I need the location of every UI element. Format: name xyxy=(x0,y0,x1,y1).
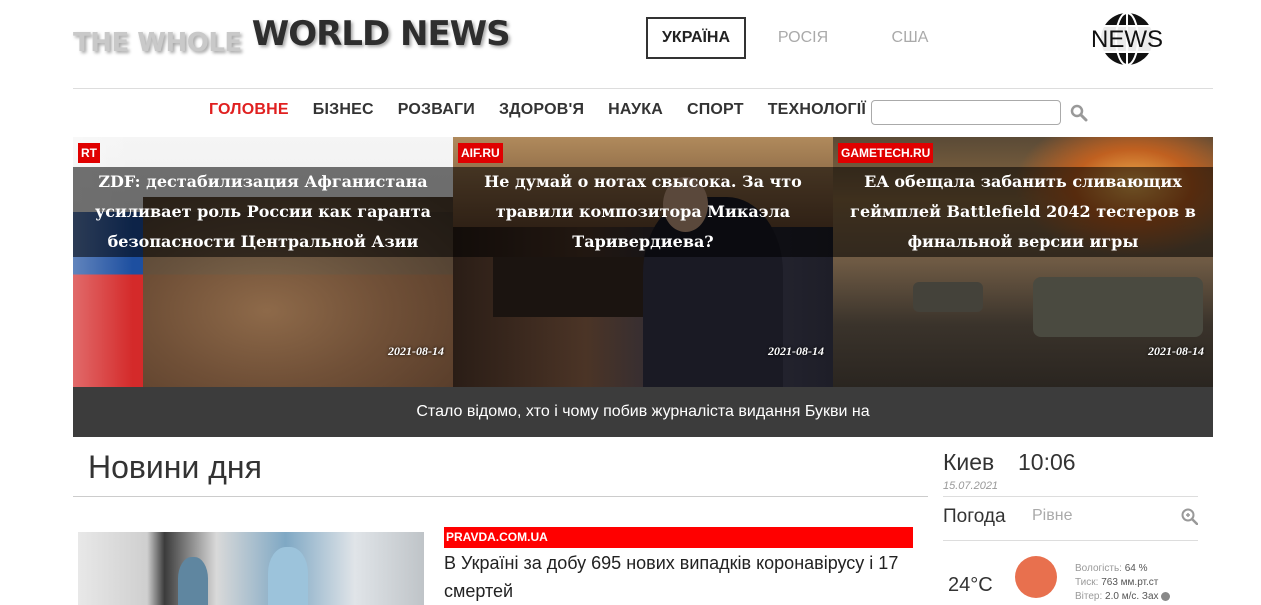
section-divider xyxy=(73,496,928,497)
story-image[interactable] xyxy=(78,532,424,605)
slide-2[interactable]: AIF.RU Не думай о нотах свысока. За что … xyxy=(453,137,833,387)
nav-item-technology[interactable]: ТЕХНОЛОГІЇ xyxy=(768,101,866,119)
weather-label: Погода xyxy=(943,506,1006,527)
logo-text-part2: WORLD NEWS xyxy=(251,14,511,54)
pressure-label: Тиск: xyxy=(1075,577,1099,588)
news-logo-text: NEWS xyxy=(1091,26,1163,53)
nav-item-sport[interactable]: СПОРТ xyxy=(687,101,744,119)
slide-title[interactable]: Не думай о нотах свысока. За что травили… xyxy=(453,167,833,257)
slide-date: 2021-08-14 xyxy=(388,344,444,358)
weather-divider xyxy=(943,540,1198,541)
news-ticker[interactable]: Стало відомо, хто і чому побив журналіст… xyxy=(73,387,1213,437)
widget-divider xyxy=(943,496,1198,497)
sun-icon xyxy=(1015,556,1057,598)
wind-value: 2.0 м/с. Зах xyxy=(1105,591,1159,602)
header-divider xyxy=(73,88,1213,89)
tab-ukraine[interactable]: УКРАЇНА xyxy=(646,17,746,59)
nav-item-home[interactable]: ГОЛОВНЕ xyxy=(209,101,289,119)
featured-slider: RT ZDF: дестабилизация Афганистана усили… xyxy=(73,137,1213,437)
nav-item-health[interactable]: ЗДОРОВ'Я xyxy=(499,101,584,119)
nav-item-science[interactable]: НАУКА xyxy=(608,101,663,119)
clock-time: 10:06 xyxy=(1018,449,1076,475)
temperature: 24°C xyxy=(948,574,993,596)
tab-usa[interactable]: США xyxy=(860,17,960,59)
news-globe-logo[interactable]: NEWS xyxy=(1091,10,1163,68)
source-badge: GAMETECH.RU xyxy=(838,143,934,163)
country-tabs: УКРАЇНА РОСІЯ США xyxy=(646,17,967,59)
source-badge: RT xyxy=(78,143,100,163)
slide-date: 2021-08-14 xyxy=(768,344,824,358)
search-icon[interactable] xyxy=(1070,104,1088,122)
zoom-search-icon[interactable] xyxy=(1181,508,1198,525)
story-title[interactable]: В Україні за добу 695 нових випадків кор… xyxy=(444,549,919,605)
pressure-value: 763 мм.рт.ст xyxy=(1101,577,1159,588)
tab-russia[interactable]: РОСІЯ xyxy=(753,17,853,59)
humidity-label: Вологість: xyxy=(1075,563,1122,574)
humidity-value: 64 % xyxy=(1124,563,1148,574)
wind-direction-icon xyxy=(1161,591,1171,601)
slide-1[interactable]: RT ZDF: дестабилизация Афганистана усили… xyxy=(73,137,453,387)
globe-icon: NEWS xyxy=(1091,12,1163,66)
slide-3[interactable]: GAMETECH.RU EA обещала забанить сливающи… xyxy=(833,137,1213,387)
weather-stats: Вологість: 64 % Тиск: 763 мм.рт.ст Вітер… xyxy=(1075,562,1171,604)
weather-city[interactable]: Рівне xyxy=(1032,507,1072,525)
story-source-badge: PRAVDA.COM.UA xyxy=(444,527,913,548)
slide-title[interactable]: EA обещала забанить сливающих геймплей B… xyxy=(833,167,1213,257)
slide-title[interactable]: ZDF: дестабилизация Афганистана усиливае… xyxy=(73,167,453,257)
search-input[interactable] xyxy=(871,100,1061,125)
source-badge: AIF.RU xyxy=(458,143,503,163)
section-title: Новини дня xyxy=(88,449,262,485)
wind-label: Вітер: xyxy=(1075,591,1103,602)
nav-item-entertainment[interactable]: РОЗВАГИ xyxy=(398,101,475,119)
clock-date: 15.07.2021 xyxy=(943,480,999,492)
site-logo[interactable]: THE WHOLE WORLD NEWS xyxy=(73,14,511,58)
nav-item-business[interactable]: БІЗНЕС xyxy=(313,101,374,119)
main-nav: ГОЛОВНЕ БІЗНЕС РОЗВАГИ ЗДОРОВ'Я НАУКА СП… xyxy=(209,101,890,119)
slide-date: 2021-08-14 xyxy=(1148,344,1204,358)
logo-text-part1: THE WHOLE xyxy=(73,28,242,58)
clock-city: Киев xyxy=(943,449,995,475)
